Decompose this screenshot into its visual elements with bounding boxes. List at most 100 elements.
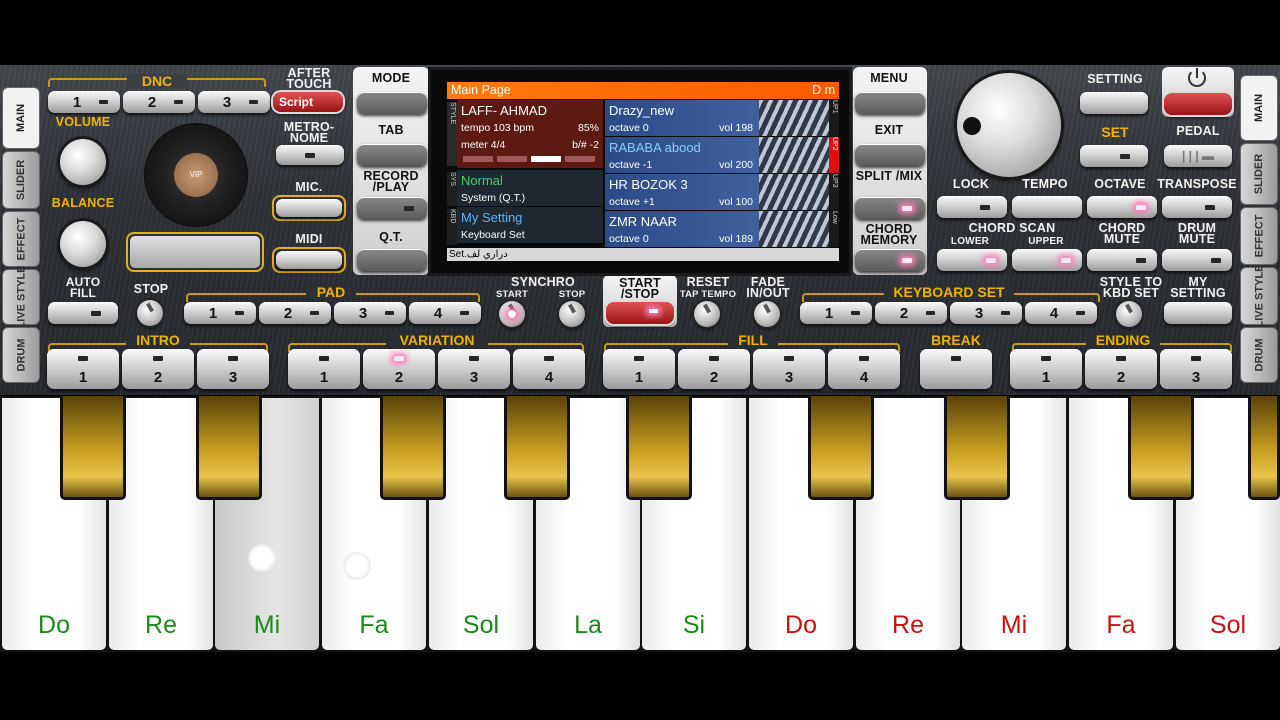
synchro-stop-label: STOP [558, 289, 586, 300]
kbd-set-cell[interactable]: My Setting Keyboard Set [457, 207, 603, 243]
voice-cell-up1[interactable]: Drazy_new octave 0 vol 198 [605, 100, 829, 136]
beat-4 [565, 156, 595, 162]
button-number: 2 [709, 369, 719, 386]
variation-button-2[interactable]: 2 [363, 349, 435, 389]
dnc-button-3[interactable]: 3 [198, 91, 270, 113]
system-cell[interactable]: Normal System (Q.T.) [457, 170, 603, 206]
dial-marker [963, 117, 981, 135]
data-dial[interactable] [957, 73, 1061, 177]
pedal-button[interactable]: | | | ▬ [1164, 145, 1232, 167]
tab-drum-left[interactable]: DRUM [2, 327, 40, 383]
pad-button-1[interactable]: 1 [184, 302, 256, 324]
variation-button-3[interactable]: 3 [438, 349, 510, 389]
black-key[interactable] [944, 396, 1010, 500]
pad-button-2[interactable]: 2 [259, 302, 331, 324]
power-button[interactable] [1164, 93, 1232, 115]
tempo-button[interactable] [1012, 196, 1082, 218]
synchro-stop-knob[interactable] [559, 301, 585, 327]
intro-button-3[interactable]: 3 [197, 349, 269, 389]
midi-button[interactable] [272, 247, 346, 273]
voice-cell-low[interactable]: ZMR NAAR octave 0 vol 189 [605, 211, 829, 247]
fill-button-4[interactable]: 4 [828, 349, 900, 389]
fill-button-3[interactable]: 3 [753, 349, 825, 389]
transpose-button[interactable] [1162, 196, 1232, 218]
voice-cell-up2[interactable]: RABABA abood octave -1 vol 200 [605, 137, 829, 173]
intro-button-1[interactable]: 1 [47, 349, 119, 389]
led [709, 356, 719, 361]
kbd-set-sub: Keyboard Set [461, 229, 525, 241]
chord-mute-button[interactable] [1087, 249, 1157, 271]
kbd-set-button-4[interactable]: 4 [1025, 302, 1097, 324]
ending-button-3[interactable]: 3 [1160, 349, 1232, 389]
tab-live-style-left[interactable]: LIVE STYLE [2, 266, 40, 328]
pad-button-3[interactable]: 3 [334, 302, 406, 324]
kbd-set-button-2[interactable]: 2 [875, 302, 947, 324]
chord-scan-lower-button[interactable] [937, 249, 1007, 271]
pad-button-4[interactable]: 4 [409, 302, 481, 324]
ending-label: ENDING [1086, 333, 1160, 347]
set-button[interactable] [1080, 145, 1148, 167]
script-button[interactable]: Script [273, 92, 343, 112]
variation-button-1[interactable]: 1 [288, 349, 360, 389]
start-stop-button[interactable] [606, 302, 674, 324]
menu-button[interactable] [855, 92, 925, 114]
chord-scan-upper-button[interactable] [1012, 249, 1082, 271]
balance-knob[interactable] [60, 221, 106, 267]
my-setting-button[interactable] [1164, 302, 1232, 324]
tab-main-right[interactable]: MAIN [1240, 75, 1278, 141]
style-to-kbd-label: STYLE TO KBD SET [1099, 275, 1163, 300]
octave-button[interactable] [1087, 196, 1157, 218]
metronome-button[interactable] [276, 145, 344, 165]
ending-button-1[interactable]: 1 [1010, 349, 1082, 389]
tab-button[interactable] [357, 144, 427, 166]
fill-button-1[interactable]: 1 [603, 349, 675, 389]
mic-button[interactable] [272, 195, 346, 221]
dnc-button-2[interactable]: 2 [123, 91, 195, 113]
tab-live-style-right[interactable]: LIVE STYLE [1240, 265, 1278, 327]
exit-button[interactable] [855, 144, 925, 166]
black-key[interactable] [504, 396, 570, 500]
black-key[interactable] [808, 396, 874, 500]
black-key[interactable] [626, 396, 692, 500]
voice-cell-up3[interactable]: HR BOZOK 3 octave +1 vol 100 [605, 174, 829, 210]
tab-drum-right[interactable]: DRUM [1240, 327, 1278, 383]
lock-button[interactable] [937, 196, 1007, 218]
jog-wheel[interactable]: VIP [146, 125, 246, 225]
black-key[interactable] [1128, 396, 1194, 500]
volume-knob[interactable] [60, 139, 106, 185]
tab-slider-right[interactable]: SLIDER [1240, 143, 1278, 205]
style-to-kbd-knob[interactable] [1116, 301, 1142, 327]
tab-label: DRUM [1253, 338, 1265, 372]
tab-slider-left[interactable]: SLIDER [2, 151, 40, 209]
black-key[interactable] [60, 396, 126, 500]
fill-button-2[interactable]: 2 [678, 349, 750, 389]
tab-effect-left[interactable]: EFFECT [2, 211, 40, 267]
kbd-set-button-1[interactable]: 1 [800, 302, 872, 324]
variation-button-4[interactable]: 4 [513, 349, 585, 389]
qt-button[interactable] [357, 249, 427, 271]
record-play-button[interactable] [357, 197, 427, 219]
black-key[interactable] [1248, 396, 1280, 500]
style-cell[interactable]: LAFF- AHMAD tempo 103 bpm 85% meter 4/4 … [457, 100, 603, 168]
setting-button[interactable] [1080, 92, 1148, 114]
drum-mute-button[interactable] [1162, 249, 1232, 271]
intro-button-2[interactable]: 2 [122, 349, 194, 389]
tab-main-left[interactable]: MAIN [2, 87, 40, 149]
dnc-button-1[interactable]: 1 [48, 91, 120, 113]
tab-effect-right[interactable]: EFFECT [1240, 207, 1278, 265]
break-button[interactable] [920, 349, 992, 389]
black-key[interactable] [196, 396, 262, 500]
black-key[interactable] [380, 396, 446, 500]
ending-button-2[interactable]: 2 [1085, 349, 1157, 389]
reset-knob[interactable] [694, 301, 720, 327]
mode-button[interactable] [357, 92, 427, 114]
split-mix-button[interactable] [855, 197, 925, 219]
auto-fill-button[interactable] [48, 302, 118, 324]
pad-stop-knob[interactable] [137, 300, 163, 326]
transpose-text: b/# -2 [572, 139, 599, 151]
chord-memory-button[interactable] [855, 249, 925, 271]
midi-label: MIDI [295, 232, 323, 246]
synchro-start-knob[interactable] [499, 301, 525, 327]
fade-knob[interactable] [754, 301, 780, 327]
kbd-set-button-3[interactable]: 3 [950, 302, 1022, 324]
